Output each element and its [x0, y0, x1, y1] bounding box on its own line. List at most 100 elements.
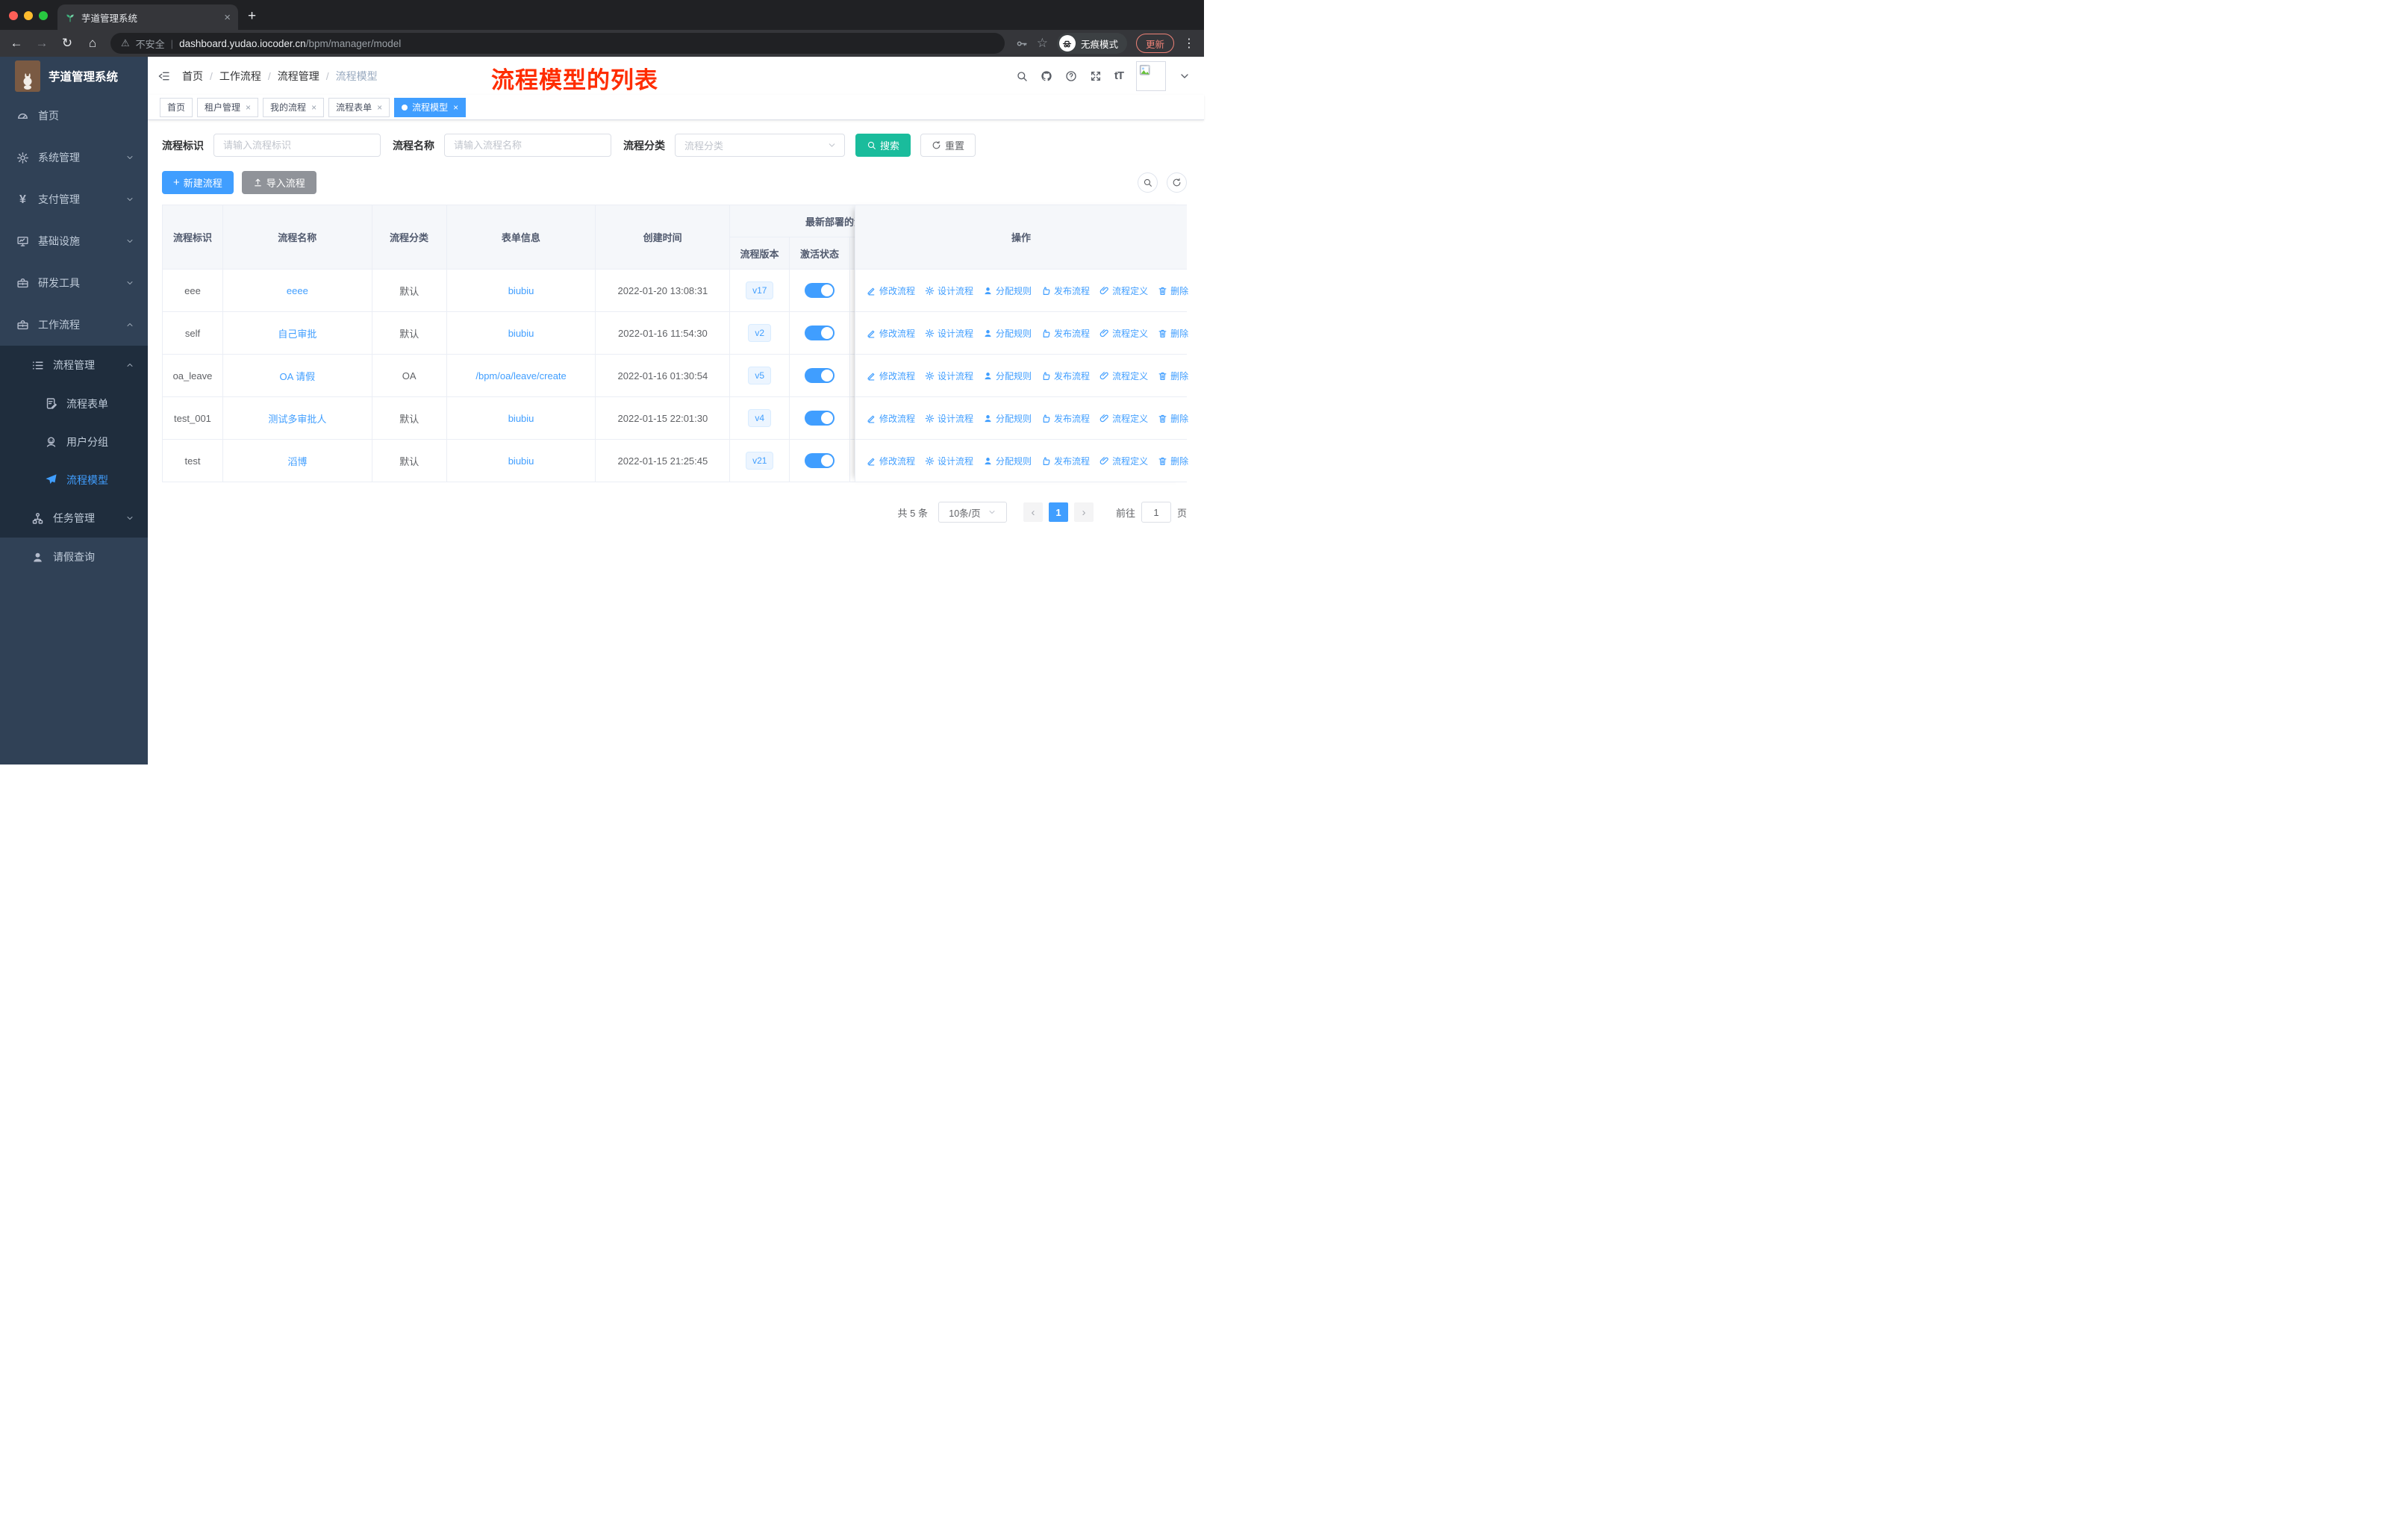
assign-rule-link[interactable]: 分配规则	[983, 284, 1032, 297]
sidebar-fold-icon[interactable]	[158, 70, 170, 82]
version-badge[interactable]: v2	[748, 324, 772, 342]
sidebar-item-user-group[interactable]: 用户分组	[0, 423, 148, 461]
sidebar-item-process-form[interactable]: 流程表单	[0, 384, 148, 423]
process-key-input[interactable]	[213, 134, 381, 157]
design-process-link[interactable]: 设计流程	[925, 327, 973, 340]
form-info-link[interactable]: biubiu	[508, 413, 534, 424]
tag-tenant[interactable]: 租户管理 ×	[197, 97, 259, 117]
model-name-link[interactable]: OA 请假	[280, 369, 316, 383]
model-name-link[interactable]: eeee	[287, 285, 308, 296]
assign-rule-link[interactable]: 分配规则	[983, 370, 1032, 382]
prev-page-button[interactable]: ‹	[1023, 502, 1043, 522]
edit-process-link[interactable]: 修改流程	[867, 327, 915, 340]
avatar-caret-icon[interactable]	[1179, 70, 1191, 82]
assign-rule-link[interactable]: 分配规则	[983, 327, 1032, 340]
version-badge[interactable]: v5	[748, 367, 772, 384]
version-badge[interactable]: v4	[748, 409, 772, 427]
process-definition-link[interactable]: 流程定义	[1099, 455, 1148, 467]
sidebar-item-system[interactable]: 系统管理	[0, 137, 148, 178]
design-process-link[interactable]: 设计流程	[925, 455, 973, 467]
bookmark-star-icon[interactable]: ☆	[1037, 36, 1048, 51]
active-toggle[interactable]	[805, 326, 835, 340]
form-info-link[interactable]: /bpm/oa/leave/create	[475, 370, 566, 382]
sidebar-item-devtools[interactable]: 研发工具	[0, 262, 148, 304]
tab-close-icon[interactable]: ×	[224, 11, 231, 24]
model-name-link[interactable]: 滔博	[287, 454, 307, 468]
address-bar[interactable]: ⚠ 不安全 | dashboard.yudao.iocoder.cn/bpm/m…	[110, 33, 1005, 54]
browser-update-button[interactable]: 更新	[1135, 34, 1174, 53]
form-info-link[interactable]: biubiu	[508, 285, 534, 296]
reset-button[interactable]: 重置	[920, 134, 976, 157]
sidebar-item-workflow[interactable]: 工作流程	[0, 304, 148, 346]
assign-rule-link[interactable]: 分配规则	[983, 412, 1032, 425]
publish-process-link[interactable]: 发布流程	[1041, 370, 1090, 382]
maximize-window-button[interactable]	[39, 11, 48, 20]
design-process-link[interactable]: 设计流程	[925, 370, 973, 382]
breadcrumb-workflow[interactable]: 工作流程	[219, 69, 261, 84]
tag-process-model-active[interactable]: 流程模型 ×	[394, 97, 467, 117]
browser-tab[interactable]: 芋道管理系统 ×	[57, 4, 238, 30]
tag-close-icon[interactable]: ×	[377, 102, 382, 113]
search-button[interactable]: 搜索	[855, 134, 911, 157]
edit-process-link[interactable]: 修改流程	[867, 370, 915, 382]
create-process-button[interactable]: + 新建流程	[162, 171, 234, 194]
refresh-table-button[interactable]	[1167, 172, 1187, 193]
process-name-input[interactable]	[444, 134, 611, 157]
fullscreen-icon[interactable]	[1090, 70, 1102, 82]
active-toggle[interactable]	[805, 411, 835, 426]
delete-link[interactable]: 删除	[1158, 455, 1188, 467]
model-name-link[interactable]: 测试多审批人	[268, 411, 326, 426]
publish-process-link[interactable]: 发布流程	[1041, 455, 1090, 467]
assign-rule-link[interactable]: 分配规则	[983, 455, 1032, 467]
tag-close-icon[interactable]: ×	[311, 102, 316, 113]
current-page-button[interactable]: 1	[1048, 502, 1068, 522]
design-process-link[interactable]: 设计流程	[925, 412, 973, 425]
close-window-button[interactable]	[9, 11, 18, 20]
publish-process-link[interactable]: 发布流程	[1041, 412, 1090, 425]
delete-link[interactable]: 删除	[1158, 412, 1188, 425]
import-process-button[interactable]: 导入流程	[241, 171, 316, 194]
delete-link[interactable]: 删除	[1158, 327, 1188, 340]
process-definition-link[interactable]: 流程定义	[1099, 284, 1148, 297]
sidebar-item-payment[interactable]: ¥ 支付管理	[0, 178, 148, 220]
version-badge[interactable]: v21	[746, 452, 774, 470]
delete-link[interactable]: 删除	[1158, 284, 1188, 297]
back-icon[interactable]: ←	[9, 36, 24, 51]
tag-my-process[interactable]: 我的流程 ×	[263, 97, 325, 117]
edit-process-link[interactable]: 修改流程	[867, 412, 915, 425]
process-category-select[interactable]: 流程分类	[675, 134, 845, 157]
version-badge[interactable]: v17	[746, 281, 774, 299]
sidebar-item-process-model[interactable]: 流程模型	[0, 461, 148, 499]
breadcrumb-process-mgmt[interactable]: 流程管理	[278, 69, 319, 84]
minimize-window-button[interactable]	[24, 11, 33, 20]
form-info-link[interactable]: biubiu	[508, 455, 534, 467]
search-icon[interactable]	[1016, 70, 1028, 82]
show-search-button[interactable]	[1138, 172, 1158, 193]
sidebar-item-process-mgmt[interactable]: 流程管理	[0, 346, 148, 384]
delete-link[interactable]: 删除	[1158, 370, 1188, 382]
next-page-button[interactable]: ›	[1073, 502, 1094, 522]
form-info-link[interactable]: biubiu	[508, 328, 534, 339]
process-definition-link[interactable]: 流程定义	[1099, 370, 1148, 382]
process-definition-link[interactable]: 流程定义	[1099, 412, 1148, 425]
edit-process-link[interactable]: 修改流程	[867, 455, 915, 467]
password-key-icon[interactable]	[1015, 37, 1028, 50]
font-size-icon[interactable]: tT	[1114, 69, 1124, 82]
publish-process-link[interactable]: 发布流程	[1041, 284, 1090, 297]
breadcrumb-home[interactable]: 首页	[182, 69, 203, 84]
sidebar-item-leave-query[interactable]: 请假查询	[0, 538, 148, 576]
goto-page-input[interactable]	[1141, 502, 1171, 523]
browser-menu-icon[interactable]: ⋮	[1183, 36, 1195, 51]
sidebar-item-infra[interactable]: 基础设施	[0, 220, 148, 262]
tag-close-icon[interactable]: ×	[453, 102, 458, 113]
sidebar-item-task-mgmt[interactable]: 任务管理	[0, 499, 148, 538]
home-icon[interactable]: ⌂	[85, 36, 100, 51]
tag-process-form[interactable]: 流程表单 ×	[328, 97, 390, 117]
active-toggle[interactable]	[805, 283, 835, 298]
reload-icon[interactable]: ↻	[60, 36, 75, 51]
process-definition-link[interactable]: 流程定义	[1099, 327, 1148, 340]
publish-process-link[interactable]: 发布流程	[1041, 327, 1090, 340]
active-toggle[interactable]	[805, 368, 835, 383]
edit-process-link[interactable]: 修改流程	[867, 284, 915, 297]
model-name-link[interactable]: 自己审批	[278, 326, 316, 340]
